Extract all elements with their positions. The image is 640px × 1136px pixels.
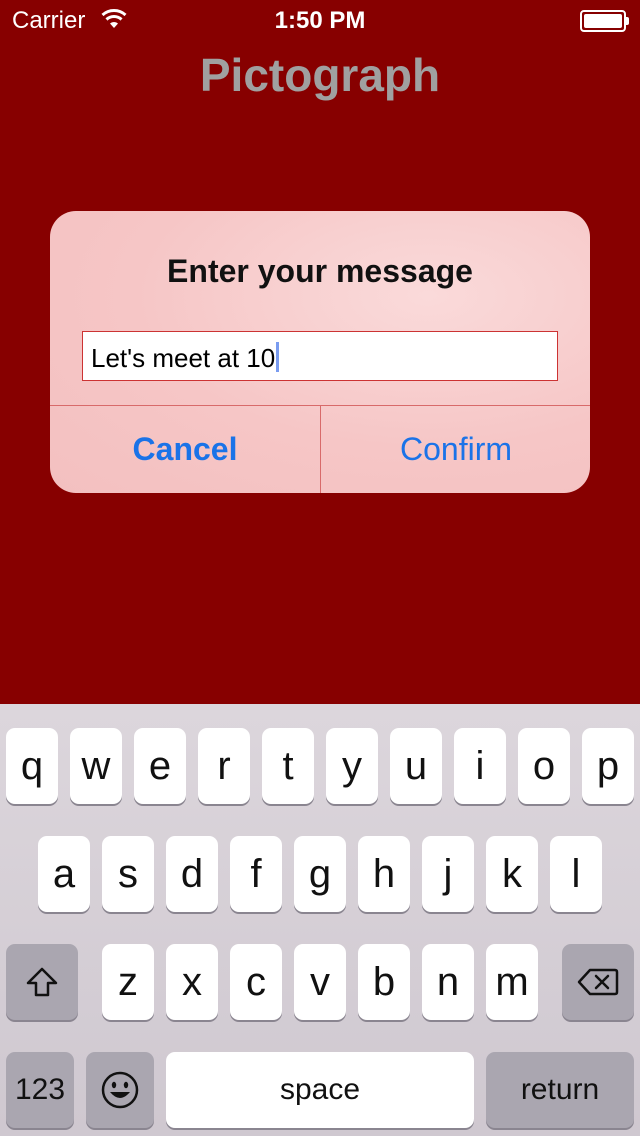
battery-icon: [580, 10, 630, 32]
key-s[interactable]: s: [102, 836, 154, 912]
key-y[interactable]: y: [326, 728, 378, 804]
text-caret: [276, 342, 280, 372]
status-bar: Carrier 1:50 PM: [0, 0, 640, 40]
key-j[interactable]: j: [422, 836, 474, 912]
backspace-key[interactable]: [562, 944, 634, 1020]
shift-key[interactable]: [6, 944, 78, 1020]
key-m[interactable]: m: [486, 944, 538, 1020]
alert-title: Enter your message: [167, 253, 473, 289]
key-e[interactable]: e: [134, 728, 186, 804]
key-t[interactable]: t: [262, 728, 314, 804]
key-c[interactable]: c: [230, 944, 282, 1020]
numbers-key[interactable]: 123: [6, 1052, 74, 1128]
key-a[interactable]: a: [38, 836, 90, 912]
key-w[interactable]: w: [70, 728, 122, 804]
key-n[interactable]: n: [422, 944, 474, 1020]
cancel-button[interactable]: Cancel: [50, 406, 320, 493]
key-q[interactable]: q: [6, 728, 58, 804]
key-u[interactable]: u: [390, 728, 442, 804]
app-title: Pictograph: [199, 49, 441, 101]
emoji-key[interactable]: [86, 1052, 154, 1128]
return-key[interactable]: return: [486, 1052, 634, 1128]
key-f[interactable]: f: [230, 836, 282, 912]
key-p[interactable]: p: [582, 728, 634, 804]
key-b[interactable]: b: [358, 944, 410, 1020]
key-g[interactable]: g: [294, 836, 346, 912]
keyboard: q w e r t y u i o p a s d f g h j k l z …: [0, 704, 640, 1136]
message-input[interactable]: Let's meet at 10: [82, 331, 558, 381]
key-v[interactable]: v: [294, 944, 346, 1020]
message-input-value: Let's meet at 10: [91, 343, 276, 373]
backspace-icon: [577, 967, 619, 997]
emoji-icon: [100, 1070, 140, 1110]
message-alert: Enter your message Let's meet at 10 Canc…: [50, 211, 590, 493]
confirm-button[interactable]: Confirm: [321, 406, 590, 493]
key-i[interactable]: i: [454, 728, 506, 804]
key-d[interactable]: d: [166, 836, 218, 912]
key-k[interactable]: k: [486, 836, 538, 912]
key-r[interactable]: r: [198, 728, 250, 804]
key-h[interactable]: h: [358, 836, 410, 912]
key-z[interactable]: z: [102, 944, 154, 1020]
status-time: 1:50 PM: [274, 7, 366, 34]
key-l[interactable]: l: [550, 836, 602, 912]
key-x[interactable]: x: [166, 944, 218, 1020]
key-o[interactable]: o: [518, 728, 570, 804]
space-key[interactable]: space: [166, 1052, 474, 1128]
shift-icon: [25, 966, 59, 998]
